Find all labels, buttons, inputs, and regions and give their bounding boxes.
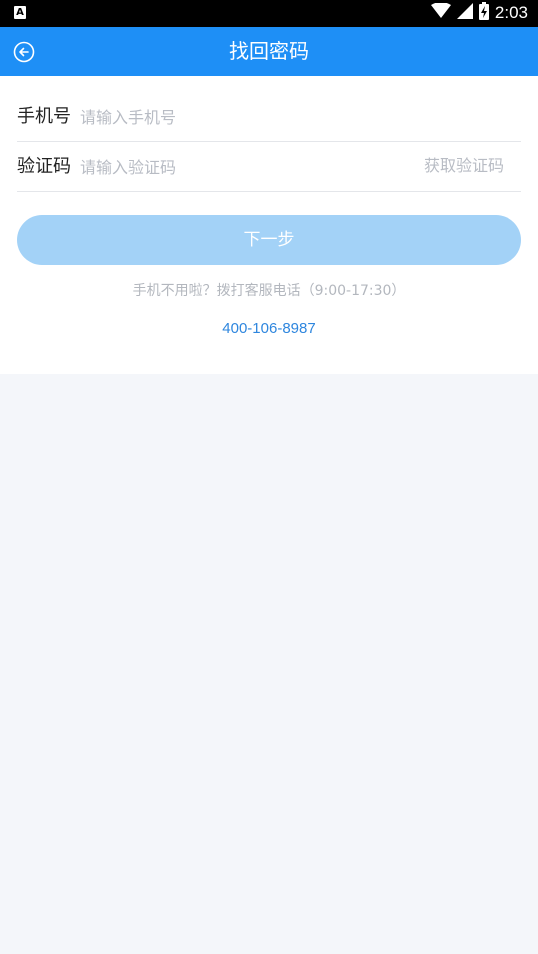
- hotline-link[interactable]: 400-106-8987: [0, 320, 538, 338]
- code-row: 验证码 获取验证码: [17, 142, 521, 192]
- phone-label: 手机号: [17, 106, 71, 127]
- form-panel: 手机号 验证码 获取验证码 下一步 手机不用啦？拨打客服电话（9:00-17:3…: [0, 76, 538, 374]
- battery-charging-icon: [478, 2, 489, 24]
- back-button[interactable]: [13, 41, 35, 63]
- back-circle-arrow-icon: [13, 41, 35, 63]
- status-left: A: [14, 6, 26, 19]
- app-header: 找回密码: [0, 27, 538, 76]
- cell-signal-icon: [456, 3, 473, 23]
- wifi-icon: [430, 2, 451, 23]
- phone-input[interactable]: [80, 104, 380, 130]
- status-time: 2:03: [494, 3, 528, 22]
- get-code-button[interactable]: 获取验证码: [424, 155, 504, 177]
- code-input[interactable]: [80, 154, 340, 180]
- page: A 2:03 找回密码 手机号 请输入手机号 验证码 请输入验证码 获取验证码 …: [0, 0, 538, 954]
- help-text: 手机不用啦？拨打客服电话（9:00-17:30）: [132, 283, 406, 299]
- status-right: 2:03: [430, 2, 528, 24]
- code-label: 验证码: [17, 156, 71, 177]
- status-bar: A 2:03: [0, 0, 538, 27]
- next-step-button[interactable]: 下一步: [17, 215, 521, 265]
- page-title: 找回密码: [229, 39, 309, 63]
- phone-row: 手机号: [17, 92, 521, 142]
- app-notification-icon: A: [14, 6, 26, 19]
